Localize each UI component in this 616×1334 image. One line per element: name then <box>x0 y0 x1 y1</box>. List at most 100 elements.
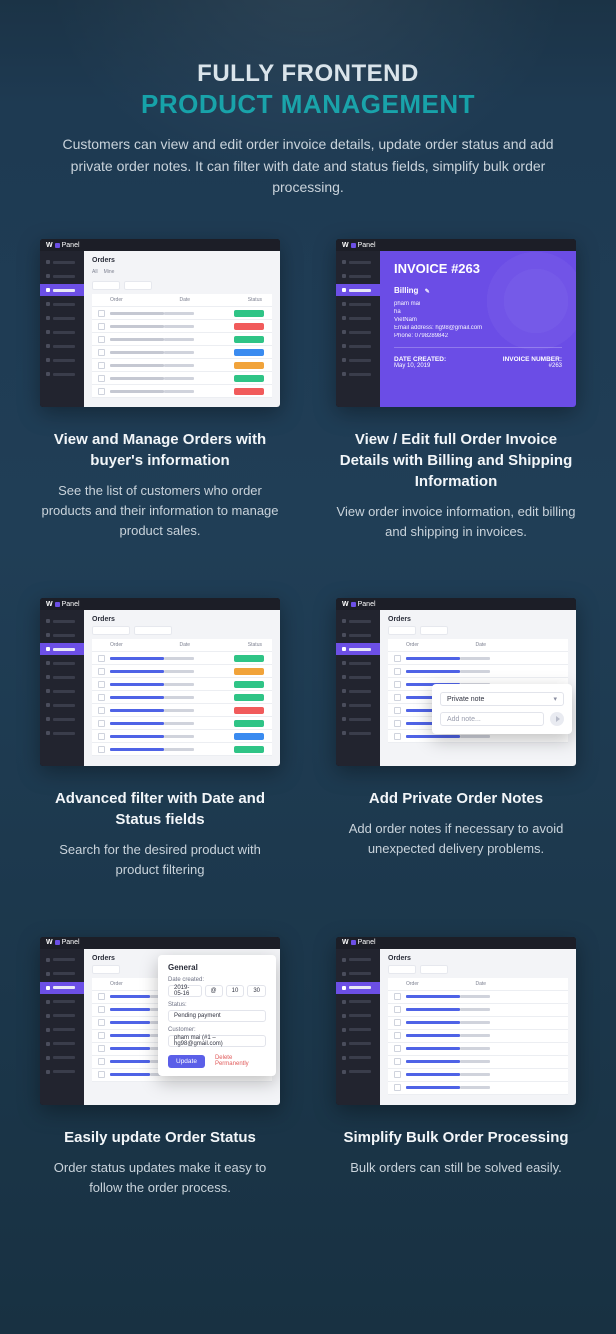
row-checkbox[interactable] <box>98 694 110 701</box>
sidebar-item[interactable] <box>336 284 380 296</box>
submit-note-button[interactable] <box>550 712 564 726</box>
row-checkbox[interactable] <box>98 310 110 317</box>
sidebar-item[interactable] <box>336 312 380 324</box>
sidebar-item[interactable] <box>40 685 84 697</box>
row-checkbox[interactable] <box>394 1058 406 1065</box>
table-row[interactable] <box>388 1043 568 1056</box>
table-row[interactable] <box>92 665 272 678</box>
row-checkbox[interactable] <box>394 1071 406 1078</box>
row-checkbox[interactable] <box>394 733 406 740</box>
sidebar-item[interactable] <box>40 954 84 966</box>
row-checkbox[interactable] <box>98 993 110 1000</box>
sidebar-item[interactable] <box>336 954 380 966</box>
row-checkbox[interactable] <box>98 323 110 330</box>
sidebar-item[interactable] <box>40 713 84 725</box>
row-checkbox[interactable] <box>394 1032 406 1039</box>
row-checkbox[interactable] <box>394 694 406 701</box>
minute-field[interactable]: 30 <box>247 985 266 997</box>
row-checkbox[interactable] <box>98 362 110 369</box>
sidebar-item[interactable] <box>336 368 380 380</box>
filter-pill[interactable] <box>124 281 152 290</box>
table-row[interactable] <box>388 652 568 665</box>
row-checkbox[interactable] <box>98 733 110 740</box>
sidebar-item[interactable] <box>40 1066 84 1078</box>
sidebar-item[interactable] <box>40 354 84 366</box>
table-row[interactable] <box>388 991 568 1004</box>
sidebar-item[interactable] <box>40 1038 84 1050</box>
date-filter[interactable] <box>92 626 130 635</box>
sidebar-item[interactable] <box>40 368 84 380</box>
sidebar-item[interactable] <box>40 298 84 310</box>
row-checkbox[interactable] <box>98 746 110 753</box>
table-row[interactable] <box>388 665 568 678</box>
table-row[interactable] <box>92 307 272 320</box>
status-filter[interactable] <box>134 626 172 635</box>
sidebar-item[interactable] <box>40 643 84 655</box>
sidebar-item[interactable] <box>40 671 84 683</box>
row-checkbox[interactable] <box>98 707 110 714</box>
row-checkbox[interactable] <box>394 1006 406 1013</box>
row-checkbox[interactable] <box>98 681 110 688</box>
sidebar-item[interactable] <box>40 256 84 268</box>
table-row[interactable] <box>388 1056 568 1069</box>
row-checkbox[interactable] <box>98 720 110 727</box>
row-checkbox[interactable] <box>98 336 110 343</box>
table-row[interactable] <box>92 691 272 704</box>
sidebar-item[interactable] <box>40 657 84 669</box>
sidebar-item[interactable] <box>336 298 380 310</box>
table-row[interactable] <box>92 730 272 743</box>
sidebar-item[interactable] <box>40 1052 84 1064</box>
row-checkbox[interactable] <box>394 993 406 1000</box>
table-row[interactable] <box>388 1082 568 1095</box>
sidebar-item[interactable] <box>336 727 380 739</box>
sidebar-item[interactable] <box>336 699 380 711</box>
sidebar-item[interactable] <box>336 968 380 980</box>
note-input[interactable]: Add note... <box>440 712 544 726</box>
table-row[interactable] <box>388 1069 568 1082</box>
sidebar-item[interactable] <box>40 968 84 980</box>
sidebar-item[interactable] <box>40 982 84 994</box>
row-checkbox[interactable] <box>394 655 406 662</box>
sidebar-item[interactable] <box>336 1038 380 1050</box>
table-row[interactable] <box>92 678 272 691</box>
row-checkbox[interactable] <box>98 1019 110 1026</box>
sidebar-item[interactable] <box>40 996 84 1008</box>
status-select[interactable]: Pending payment <box>168 1010 266 1022</box>
edit-icon[interactable]: ✎ <box>425 289 430 295</box>
row-checkbox[interactable] <box>98 1058 110 1065</box>
table-row[interactable] <box>92 333 272 346</box>
tab[interactable]: All <box>92 267 98 277</box>
table-row[interactable] <box>92 717 272 730</box>
sidebar-item[interactable] <box>40 727 84 739</box>
sidebar-item[interactable] <box>336 615 380 627</box>
row-checkbox[interactable] <box>98 668 110 675</box>
sidebar-item[interactable] <box>336 1024 380 1036</box>
update-button[interactable]: Update <box>168 1055 205 1068</box>
row-checkbox[interactable] <box>98 655 110 662</box>
note-type-select[interactable]: Private note ▾ <box>440 692 564 706</box>
sidebar-item[interactable] <box>40 340 84 352</box>
row-checkbox[interactable] <box>394 681 406 688</box>
sidebar-item[interactable] <box>40 629 84 641</box>
sidebar-item[interactable] <box>336 685 380 697</box>
tab[interactable]: Mine <box>104 267 115 277</box>
sidebar-item[interactable] <box>336 713 380 725</box>
sidebar-item[interactable] <box>40 284 84 296</box>
row-checkbox[interactable] <box>98 1032 110 1039</box>
sidebar-item[interactable] <box>336 996 380 1008</box>
table-row[interactable] <box>388 1030 568 1043</box>
sidebar-item[interactable] <box>336 1010 380 1022</box>
table-row[interactable] <box>388 1004 568 1017</box>
sidebar-item[interactable] <box>336 354 380 366</box>
table-row[interactable] <box>92 320 272 333</box>
sidebar-item[interactable] <box>40 1024 84 1036</box>
sidebar-item[interactable] <box>40 270 84 282</box>
sidebar-item[interactable] <box>336 982 380 994</box>
sidebar-item[interactable] <box>336 1066 380 1078</box>
sidebar-item[interactable] <box>336 671 380 683</box>
sidebar-item[interactable] <box>336 643 380 655</box>
sidebar-item[interactable] <box>40 1010 84 1022</box>
delete-button[interactable]: Delete Permanently <box>215 1055 266 1067</box>
sidebar-item[interactable] <box>336 326 380 338</box>
row-checkbox[interactable] <box>394 668 406 675</box>
